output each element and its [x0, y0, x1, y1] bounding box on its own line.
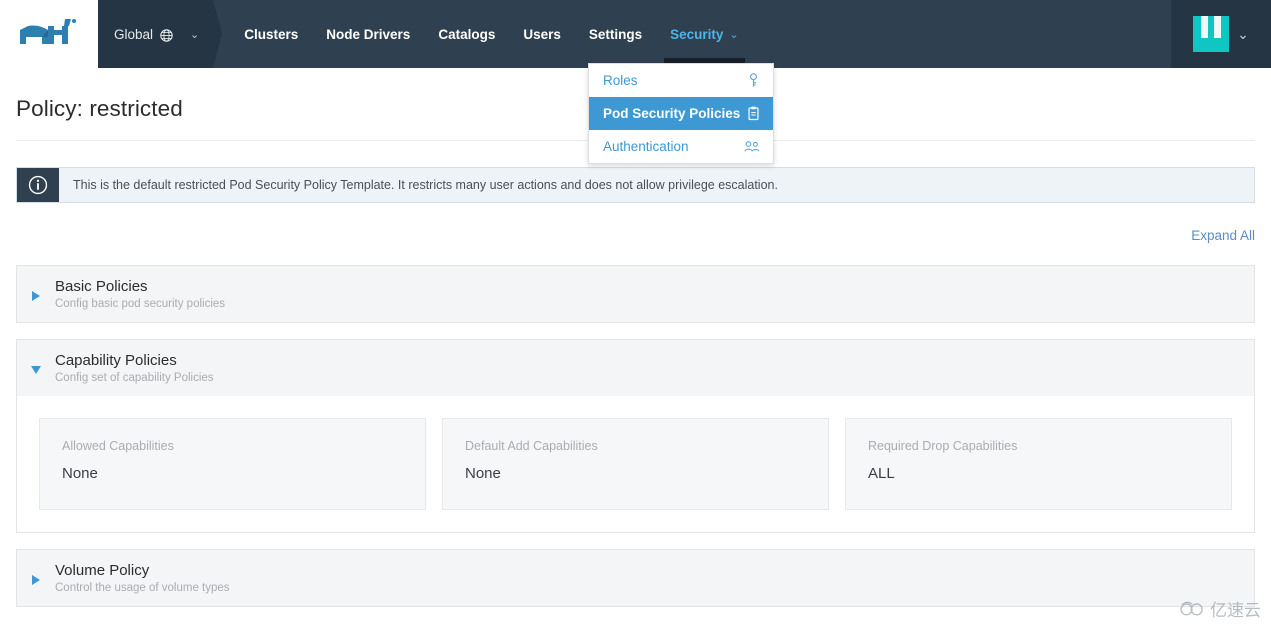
card-label: Required Drop Capabilities [868, 439, 1018, 453]
info-banner: This is the default restricted Pod Secur… [16, 167, 1255, 203]
key-icon [747, 73, 760, 88]
nav-label: Catalogs [438, 26, 496, 42]
main-navbar: Global ⌄ Clusters Node Drivers Catalogs … [98, 0, 1271, 68]
expand-all-row: Expand All [16, 227, 1255, 245]
section-titles: Basic Policies Config basic pod security… [55, 278, 225, 310]
expand-toggle[interactable] [17, 571, 55, 585]
section-titles: Volume Policy Control the usage of volum… [55, 562, 230, 594]
card-default-add-capabilities: Default Add Capabilities None [442, 418, 829, 510]
chevron-down-icon: ⌄ [1237, 25, 1249, 42]
avatar [1193, 16, 1230, 52]
card-allowed-capabilities: Allowed Capabilities None [39, 418, 426, 510]
card-value: None [62, 465, 98, 482]
rancher-cow-logo [20, 19, 76, 44]
security-dropdown-menu: Roles Pod Security Policies Authenticati… [588, 63, 774, 164]
nav-item-users[interactable]: Users [509, 0, 575, 68]
users-group-icon [744, 140, 760, 153]
nav-item-node-drivers[interactable]: Node Drivers [312, 0, 424, 68]
nav-item-security[interactable]: Security ⌄ [656, 0, 753, 68]
app-header: Global ⌄ Clusters Node Drivers Catalogs … [0, 0, 1271, 164]
section-subtitle: Control the usage of volume types [55, 582, 230, 594]
nav-label: Node Drivers [326, 26, 411, 42]
rancher-logo[interactable] [0, 0, 98, 68]
card-label: Default Add Capabilities [465, 439, 598, 453]
section-subtitle: Config set of capability Policies [55, 372, 214, 384]
card-value: ALL [868, 465, 895, 482]
dropdown-item-label: Authentication [603, 139, 689, 154]
nav-label: Settings [588, 26, 643, 42]
page-content: Policy: restricted This is the default r… [0, 96, 1271, 607]
section-title: Volume Policy [55, 562, 150, 579]
picker-notch [213, 0, 223, 68]
expand-all-link[interactable]: Expand All [1191, 228, 1255, 243]
nav-label: Security [670, 26, 724, 42]
info-icon [17, 168, 59, 202]
nav-item-clusters[interactable]: Clusters [230, 0, 312, 68]
card-required-drop-capabilities: Required Drop Capabilities ALL [845, 418, 1232, 510]
section-title: Capability Policies [55, 352, 177, 369]
nav-item-catalogs[interactable]: Catalogs [424, 0, 509, 68]
chevron-down-icon: ⌄ [190, 28, 200, 41]
card-value: None [465, 465, 501, 482]
dropdown-item-pod-security-policies[interactable]: Pod Security Policies [589, 97, 773, 130]
triangle-down-icon [31, 366, 41, 374]
cluster-picker-label: Global [114, 26, 154, 42]
section-capability-policies: Capability Policies Config set of capabi… [16, 339, 1255, 533]
section-header[interactable]: Basic Policies Config basic pod security… [17, 266, 1254, 322]
triangle-right-icon [32, 575, 40, 585]
dropdown-item-roles[interactable]: Roles [589, 64, 773, 97]
dropdown-item-label: Roles [603, 73, 638, 88]
dropdown-item-authentication[interactable]: Authentication [589, 130, 773, 163]
clipboard-icon [747, 106, 760, 121]
section-body: Allowed Capabilities None Default Add Ca… [17, 396, 1254, 532]
nav-label: Clusters [244, 26, 299, 42]
section-subtitle: Config basic pod security policies [55, 298, 226, 310]
globe-icon [160, 28, 173, 42]
triangle-right-icon [32, 291, 40, 301]
user-menu[interactable]: ⌄ [1171, 0, 1271, 68]
section-titles: Capability Policies Config set of capabi… [55, 352, 214, 384]
section-header[interactable]: Capability Policies Config set of capabi… [17, 340, 1254, 396]
section-basic-policies: Basic Policies Config basic pod security… [16, 265, 1255, 323]
section-volume-policy: Volume Policy Control the usage of volum… [16, 549, 1255, 607]
card-label: Allowed Capabilities [62, 439, 174, 453]
nav-label: Users [523, 26, 561, 42]
info-banner-text: This is the default restricted Pod Secur… [73, 178, 778, 192]
chevron-down-icon: ⌄ [729, 28, 739, 41]
cluster-picker[interactable]: Global ⌄ [98, 0, 214, 68]
section-title: Basic Policies [55, 278, 148, 295]
collapse-toggle[interactable] [17, 362, 55, 374]
nav-items: Clusters Node Drivers Catalogs Users Set… [222, 0, 752, 68]
dropdown-item-label: Pod Security Policies [603, 106, 741, 121]
section-header[interactable]: Volume Policy Control the usage of volum… [17, 550, 1254, 606]
nav-item-settings[interactable]: Settings [575, 0, 656, 68]
expand-toggle[interactable] [17, 287, 55, 301]
capability-cards: Allowed Capabilities None Default Add Ca… [39, 418, 1232, 510]
